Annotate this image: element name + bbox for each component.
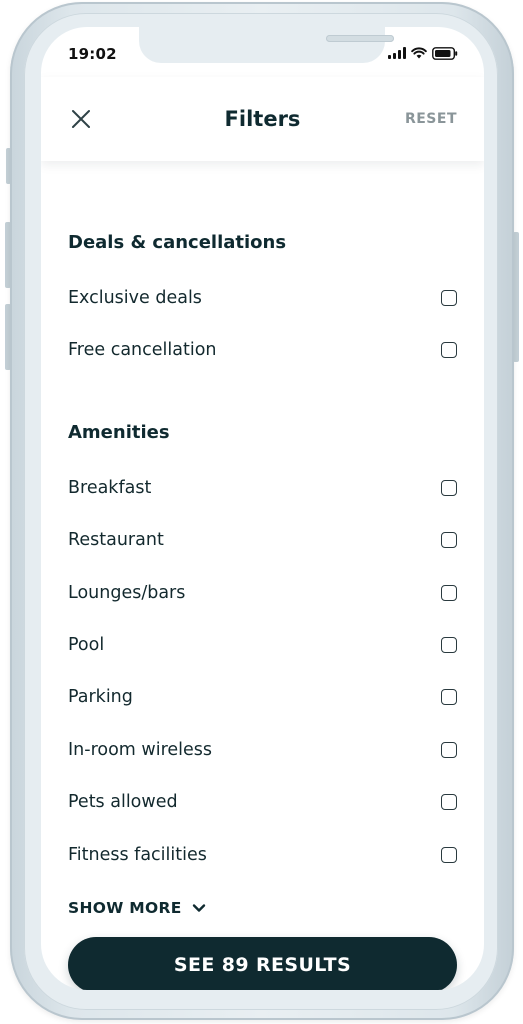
signal-icon <box>388 47 406 59</box>
section-title-amenities: Amenities <box>68 422 170 443</box>
filter-row-restaurant[interactable]: Restaurant <box>68 525 459 555</box>
filters-content: Deals & cancellations Exclusive deals Fr… <box>41 161 484 990</box>
checkbox[interactable] <box>441 847 457 863</box>
filter-row-free-cancellation[interactable]: Free cancellation <box>68 335 459 365</box>
checkbox[interactable] <box>441 342 457 358</box>
chevron-down-icon <box>192 904 205 912</box>
filter-label: Exclusive deals <box>68 288 202 308</box>
filter-label: Breakfast <box>68 478 152 498</box>
filter-row-pool[interactable]: Pool <box>68 630 459 660</box>
checkbox[interactable] <box>441 742 457 758</box>
checkbox[interactable] <box>441 637 457 653</box>
checkbox[interactable] <box>441 290 457 306</box>
stage: 19:02 Filters RESET Deals & cancellation… <box>0 0 523 1024</box>
checkbox[interactable] <box>441 585 457 601</box>
show-more-label: SHOW MORE <box>68 899 182 917</box>
filter-label: Pool <box>68 635 105 655</box>
section-title-deals: Deals & cancellations <box>68 232 287 253</box>
filter-label: Parking <box>68 687 133 707</box>
checkbox[interactable] <box>441 480 457 496</box>
phone-screen: 19:02 Filters RESET Deals & cancellation… <box>41 27 484 990</box>
battery-icon <box>432 46 458 60</box>
filter-row-pets-allowed[interactable]: Pets allowed <box>68 787 459 817</box>
speaker-grille <box>326 35 394 42</box>
filter-row-parking[interactable]: Parking <box>68 682 459 712</box>
filter-row-breakfast[interactable]: Breakfast <box>68 473 459 503</box>
checkbox[interactable] <box>441 689 457 705</box>
checkbox[interactable] <box>441 794 457 810</box>
filter-label: Lounges/bars <box>68 583 186 603</box>
filters-header: Filters RESET <box>41 77 484 161</box>
reset-button[interactable]: RESET <box>405 111 457 127</box>
filter-row-fitness-facilities[interactable]: Fitness facilities <box>68 840 459 870</box>
checkbox[interactable] <box>441 532 457 548</box>
filter-row-exclusive-deals[interactable]: Exclusive deals <box>68 283 459 313</box>
filter-label: In-room wireless <box>68 740 213 760</box>
status-time: 19:02 <box>68 45 117 63</box>
wifi-icon <box>411 47 427 59</box>
filter-label: Restaurant <box>68 530 164 550</box>
filter-label: Fitness facilities <box>68 845 207 865</box>
status-icons <box>388 46 458 60</box>
see-results-button[interactable]: SEE 89 RESULTS <box>68 937 457 990</box>
filter-label: Free cancellation <box>68 340 217 360</box>
device-notch <box>139 27 394 63</box>
filter-label: Pets allowed <box>68 792 178 812</box>
filter-row-lounges-bars[interactable]: Lounges/bars <box>68 578 459 608</box>
show-more-button[interactable]: SHOW MORE <box>68 899 206 917</box>
filter-row-in-room-wireless[interactable]: In-room wireless <box>68 735 459 765</box>
